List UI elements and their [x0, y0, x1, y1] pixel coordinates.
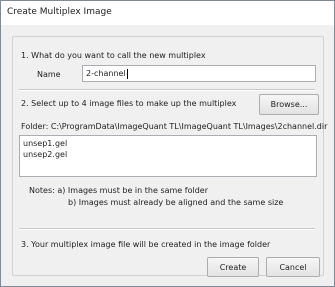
image-file-list[interactable]: unsep1.gel unsep2.gel	[19, 135, 317, 177]
name-input-value: 2-channel	[86, 69, 126, 78]
cancel-button[interactable]: Cancel	[266, 257, 320, 277]
note-b: b) Images must already be aligned and th…	[68, 198, 284, 207]
create-multiplex-dialog: Create Multiplex Image 1. What do you wa…	[0, 0, 335, 287]
separator-1	[19, 89, 315, 91]
note-a: Notes: a) Images must be in the same fol…	[29, 186, 208, 195]
create-button[interactable]: Create	[207, 257, 259, 277]
name-label: Name	[37, 70, 61, 79]
output-info: 3. Your multiplex image file will be cre…	[21, 240, 271, 249]
folder-path: Folder: C:\ProgramData\ImageQuant TL\Ima…	[21, 122, 328, 131]
list-item[interactable]: unsep2.gel	[23, 150, 67, 159]
title-bar[interactable]: Create Multiplex Image	[1, 1, 334, 25]
browse-button[interactable]: Browse...	[259, 94, 319, 115]
dialog-title: Create Multiplex Image	[7, 7, 112, 17]
separator-2	[19, 228, 315, 230]
name-prompt: 1. What do you want to call the new mult…	[21, 51, 206, 60]
list-item[interactable]: unsep1.gel	[23, 139, 67, 148]
text-caret	[126, 69, 128, 79]
files-prompt: 2. Select up to 4 image files to make up…	[21, 99, 237, 108]
name-input[interactable]: 2-channel	[82, 65, 316, 82]
